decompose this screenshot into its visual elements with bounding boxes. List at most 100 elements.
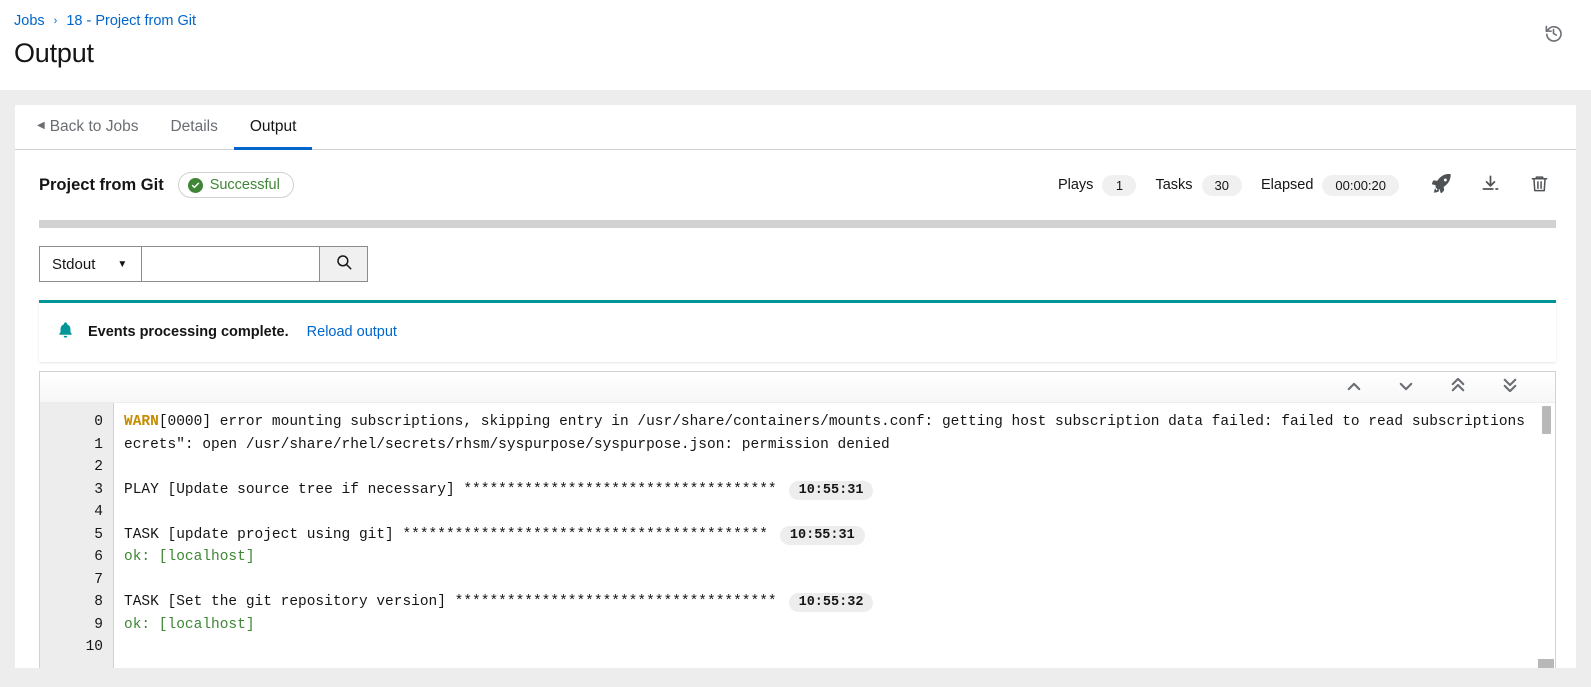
line-number: 5	[94, 526, 103, 543]
timestamp-badge: 10:55:31	[788, 480, 874, 500]
line-number: 8	[94, 594, 103, 610]
tab-back-to-jobs-label: Back to Jobs	[49, 118, 139, 135]
console-horizontal-scroll-thumb[interactable]	[1538, 659, 1554, 668]
history-icon	[1544, 24, 1563, 48]
tab-details-label: Details	[170, 118, 218, 135]
console-text: ecrets": open /usr/share/rhel/secrets/rh…	[124, 436, 890, 453]
console-nav-toolbar	[40, 372, 1555, 403]
line-number: 9	[94, 616, 103, 633]
console-line: ecrets": open /usr/share/rhel/secrets/rh…	[124, 434, 1555, 457]
tab-bar: ◀ Back to Jobs Details Output	[15, 105, 1576, 150]
line-number: 3	[94, 481, 103, 498]
stat-tasks: Tasks 30	[1155, 174, 1242, 196]
scroll-last-button[interactable]	[1499, 376, 1521, 398]
tab-output-label: Output	[249, 118, 297, 135]
line-number: 10	[85, 639, 103, 655]
console-vertical-scroll-thumb[interactable]	[1542, 406, 1551, 434]
stat-plays-label: Plays	[1057, 177, 1094, 193]
scroll-previous-button[interactable]	[1343, 376, 1365, 398]
console-text: ok: [localhost]	[124, 549, 255, 565]
line-number: 1	[94, 436, 103, 453]
search-icon	[335, 253, 353, 276]
delete-button[interactable]	[1522, 168, 1556, 202]
line-number: 0	[94, 414, 103, 430]
check-circle-icon	[187, 177, 203, 193]
console-text: WARN	[124, 414, 159, 430]
status-badge[interactable]: Successful	[177, 172, 294, 198]
chevron-down-icon: ▼	[117, 258, 128, 270]
reload-output-link[interactable]: Reload output	[307, 324, 397, 340]
rocket-icon	[1431, 173, 1451, 197]
page-title: Output	[14, 38, 94, 68]
trash-icon	[1530, 174, 1549, 197]
chevron-up-icon	[1347, 378, 1361, 396]
console-line: ok: [localhost]	[124, 614, 1555, 637]
console-line: WARN[0000] error mounting subscriptions,…	[124, 411, 1555, 434]
chevron-double-up-icon	[1451, 377, 1465, 397]
timestamp-badge: 10:55:31	[779, 525, 865, 545]
chevron-double-down-icon	[1503, 378, 1517, 397]
console-line-numbers: 0 1 2 3 4 5 6 7 8 9 10	[40, 403, 114, 668]
line-number: 6	[94, 549, 103, 565]
breadcrumb-item-job[interactable]: 18 - Project from Git	[66, 14, 196, 29]
history-button[interactable]	[1537, 20, 1569, 52]
download-icon	[1481, 174, 1500, 197]
console-text: TASK [update project using git] ********…	[124, 526, 768, 543]
console-line: ok: [localhost]	[124, 546, 1555, 569]
console-text: PLAY [Update source tree if necessary] *…	[124, 481, 777, 498]
output-console: 0 1 2 3 4 5 6 7 8 9 10 WARN[0000] error mounting s…	[39, 371, 1556, 668]
breadcrumb-separator-icon: ›	[53, 14, 58, 27]
chevron-down-icon	[1399, 378, 1413, 396]
line-number: 2	[94, 459, 103, 475]
output-search-row: Stdout ▼	[15, 228, 1576, 298]
console-line: TASK [update project using git] ********…	[124, 524, 1555, 547]
console-vertical-scrollbar[interactable]	[1542, 403, 1553, 668]
line-number: 7	[94, 571, 103, 588]
chevron-left-icon: ◀	[37, 120, 45, 131]
scroll-next-button[interactable]	[1395, 376, 1417, 398]
events-alert-message: Events processing complete.	[88, 324, 289, 340]
download-button[interactable]	[1473, 168, 1507, 202]
output-type-select[interactable]: Stdout ▼	[39, 246, 141, 282]
job-stats: Plays 1 Tasks 30 Elapsed 00:00:20	[1058, 168, 1556, 202]
content-band: ◀ Back to Jobs Details Output Project fr…	[0, 90, 1591, 687]
stat-elapsed: Elapsed 00:00:20	[1260, 174, 1399, 196]
stat-plays: Plays 1	[1057, 174, 1137, 196]
console-output-text: WARN[0000] error mounting subscriptions,…	[114, 403, 1555, 668]
console-line: PLAY [Update source tree if necessary] *…	[124, 479, 1555, 502]
stat-tasks-label: Tasks	[1155, 177, 1193, 193]
job-status-bar: Project from Git Successful Plays 1 Task…	[15, 150, 1576, 216]
console-horizontal-scrollbar[interactable]	[115, 659, 1555, 668]
page-header: Jobs › 18 - Project from Git Output	[0, 0, 1591, 90]
stat-tasks-value: 30	[1201, 174, 1242, 196]
output-type-select-value: Stdout	[52, 255, 96, 273]
stat-elapsed-label: Elapsed	[1260, 177, 1314, 193]
job-progress-fill	[39, 220, 1556, 228]
job-progress-bar	[39, 220, 1556, 228]
line-number: 4	[94, 504, 103, 520]
breadcrumb-item-jobs[interactable]: Jobs	[14, 14, 45, 29]
console-line: TASK [Set the git repository version] **…	[124, 591, 1555, 614]
console-text: [0000] error mounting subscriptions, ski…	[158, 414, 1525, 430]
status-badge-label: Successful	[209, 177, 280, 193]
tab-details[interactable]: Details	[154, 105, 233, 149]
job-name: Project from Git	[39, 175, 164, 194]
scroll-first-button[interactable]	[1447, 376, 1469, 398]
search-button[interactable]	[319, 246, 368, 282]
relaunch-button[interactable]	[1424, 168, 1458, 202]
events-alert: Events processing complete. Reload outpu…	[39, 300, 1556, 362]
tab-back-to-jobs[interactable]: ◀ Back to Jobs	[37, 105, 154, 149]
console-body[interactable]: 0 1 2 3 4 5 6 7 8 9 10 WARN[0000] error mounting s…	[40, 403, 1555, 668]
search-input[interactable]	[141, 246, 319, 282]
output-card: ◀ Back to Jobs Details Output Project fr…	[14, 104, 1577, 669]
console-text: TASK [Set the git repository version] **…	[124, 594, 777, 610]
stat-plays-value: 1	[1102, 174, 1137, 196]
bell-icon	[57, 320, 74, 344]
console-text: ok: [localhost]	[124, 616, 255, 633]
stat-elapsed-value: 00:00:20	[1322, 174, 1399, 196]
tab-output[interactable]: Output	[233, 105, 313, 150]
